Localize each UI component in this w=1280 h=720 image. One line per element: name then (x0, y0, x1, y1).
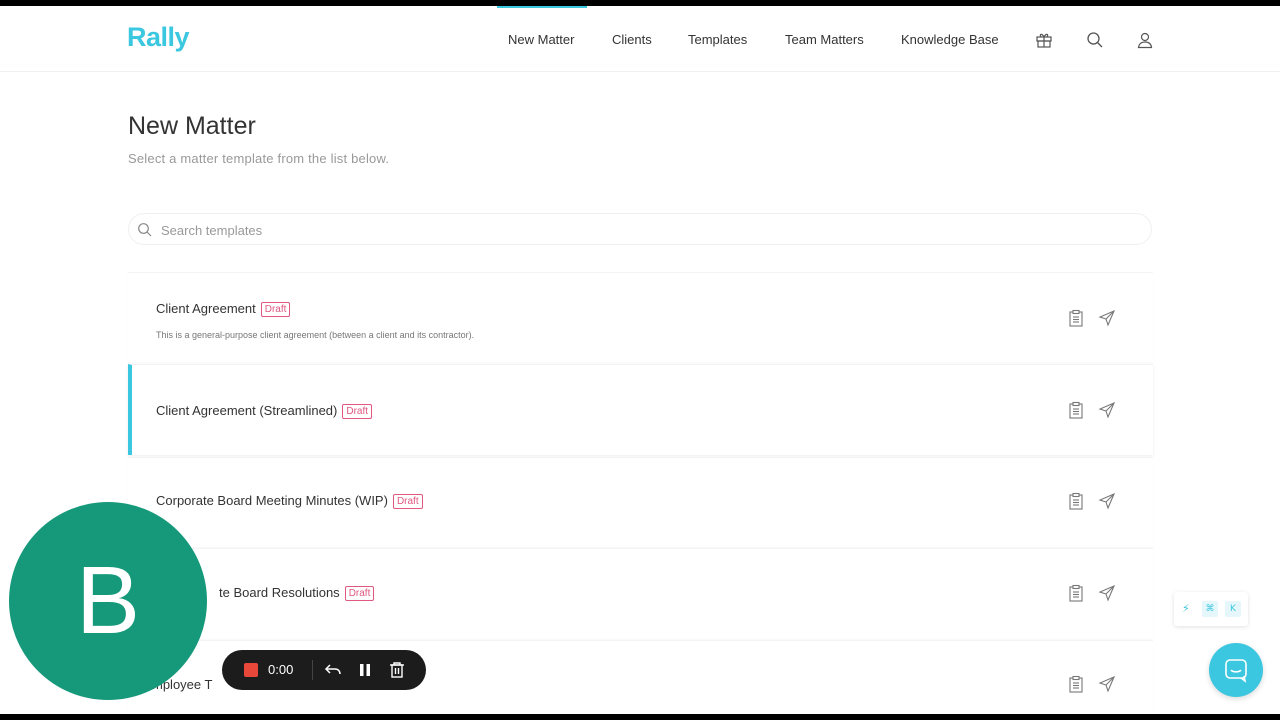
gift-icon[interactable] (1035, 31, 1053, 49)
clipboard-icon[interactable] (1067, 675, 1085, 693)
presenter-avatar: B (9, 502, 207, 700)
k-key: K (1225, 601, 1241, 617)
command-palette-hint[interactable]: ⚡ ⌘ K (1174, 592, 1248, 626)
template-search-box[interactable] (128, 213, 1152, 245)
draft-badge: Draft (342, 404, 373, 419)
nav-team-matters[interactable]: Team Matters (785, 32, 864, 47)
bolt-icon: ⚡ (1182, 603, 1190, 615)
draft-badge: Draft (344, 586, 375, 601)
clipboard-icon[interactable] (1067, 492, 1085, 510)
page-subtitle: Select a matter template from the list b… (128, 151, 390, 166)
clipboard-icon[interactable] (1067, 401, 1085, 419)
nav-knowledge-base[interactable]: Knowledge Base (901, 32, 999, 47)
page-title: New Matter (128, 112, 256, 140)
recorder-control-bar: 0:00 (222, 650, 426, 690)
send-icon[interactable] (1098, 675, 1116, 693)
stop-recording-button[interactable] (244, 663, 258, 677)
user-icon[interactable] (1136, 31, 1154, 49)
template-row[interactable]: Client Agreement Draft This is a general-… (128, 272, 1153, 362)
send-icon[interactable] (1098, 492, 1116, 510)
template-name: Client Agreement (156, 301, 256, 316)
template-name: te Board Resolutions (219, 585, 340, 600)
nav-active-indicator (497, 6, 587, 8)
pause-icon[interactable] (356, 661, 374, 679)
template-name: Client Agreement (Streamlined) (156, 403, 338, 418)
nav-new-matter[interactable]: New Matter (508, 32, 574, 47)
search-input[interactable] (161, 220, 1061, 240)
template-description: This is a general-purpose client agreeme… (156, 330, 475, 340)
send-icon[interactable] (1098, 584, 1116, 602)
search-icon[interactable] (1086, 31, 1104, 49)
recorder-divider (312, 660, 313, 680)
template-title: Client Agreement Draft (156, 301, 291, 317)
nav-clients[interactable]: Clients (612, 32, 652, 47)
clipboard-icon[interactable] (1067, 309, 1085, 327)
trash-icon[interactable] (388, 661, 406, 679)
draft-badge: Draft (392, 494, 423, 509)
template-row[interactable]: te Board Resolutions Draft (128, 548, 1153, 639)
recording-timer: 0:00 (268, 662, 294, 677)
cmd-key: ⌘ (1202, 601, 1218, 617)
template-title: Client Agreement (Streamlined) Draft (156, 403, 373, 419)
chat-launcher-button[interactable] (1209, 643, 1263, 697)
main-nav: New Matter Clients Templates Team Matter… (0, 6, 1280, 72)
template-title: Corporate Board Meeting Minutes (WIP) Dra… (156, 493, 423, 509)
template-row[interactable]: Client Agreement (Streamlined) Draft (128, 364, 1153, 455)
template-name: Corporate Board Meeting Minutes (WIP) (156, 493, 388, 508)
chat-icon (1225, 659, 1247, 683)
send-icon[interactable] (1098, 401, 1116, 419)
template-row[interactable]: Corporate Board Meeting Minutes (WIP) Dra… (128, 457, 1153, 547)
top-header: Rally New Matter Clients Templates Team … (0, 6, 1280, 72)
nav-templates[interactable]: Templates (688, 32, 747, 47)
draft-badge: Draft (260, 302, 291, 317)
undo-icon[interactable] (324, 661, 342, 679)
search-icon (137, 222, 153, 238)
send-icon[interactable] (1098, 309, 1116, 327)
clipboard-icon[interactable] (1067, 584, 1085, 602)
template-title: te Board Resolutions Draft (219, 585, 375, 601)
